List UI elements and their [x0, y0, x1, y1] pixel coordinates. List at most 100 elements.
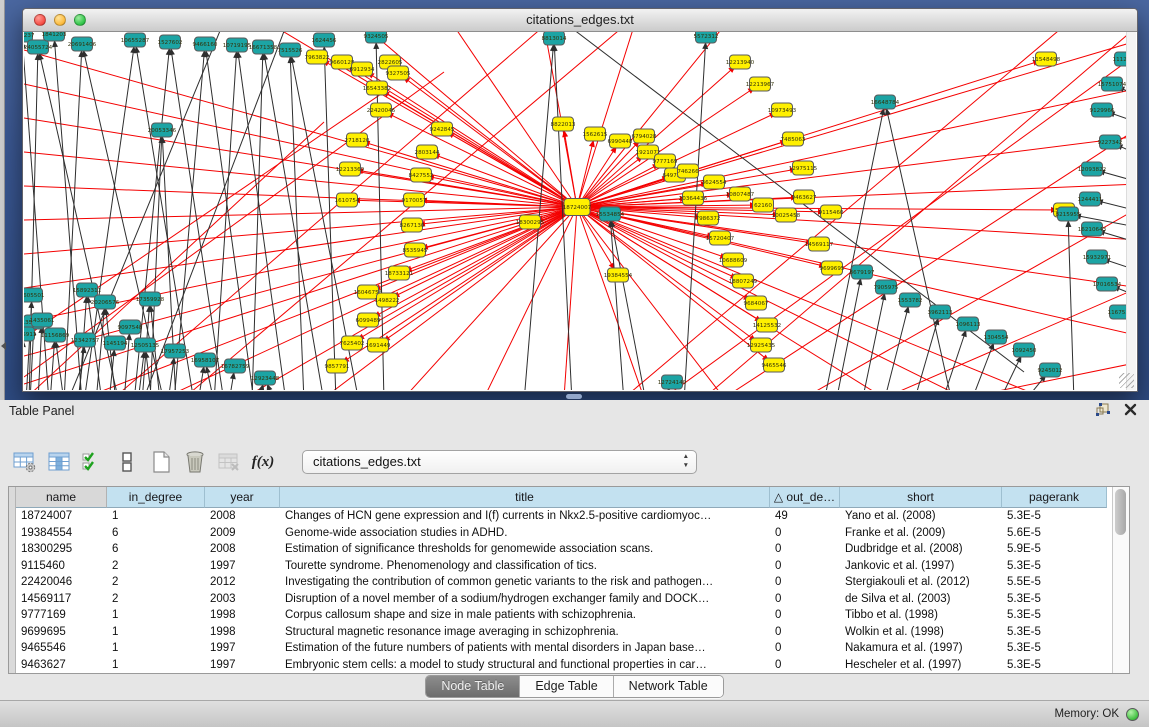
- table-cell: 2012: [205, 574, 280, 591]
- column-header-out_de[interactable]: △ out_de…: [770, 487, 840, 508]
- graph-node-label: 8679197: [850, 270, 875, 276]
- table-cell: 5.3E-5: [1002, 591, 1107, 608]
- graph-node-label: 17016534: [1093, 282, 1122, 288]
- row-height-icon[interactable]: [114, 449, 140, 475]
- graph-edge: [862, 287, 886, 390]
- new-column-icon[interactable]: [148, 449, 174, 475]
- attribute-table: namein_degreeyeartitle△ out_de…shortpage…: [8, 486, 1130, 674]
- table-vertical-scrollbar[interactable]: [1112, 487, 1129, 673]
- graph-edge: [24, 207, 577, 220]
- table-source-dropdown[interactable]: citations_edges.txt ▲▼: [302, 450, 697, 474]
- graph-edge: [114, 32, 544, 390]
- graph-node-label: 12925435: [747, 343, 776, 349]
- graph-node-label: 24055724: [24, 45, 53, 51]
- graph-node-label: 9465546: [762, 363, 787, 369]
- splitpane-divider-handle[interactable]: [566, 394, 582, 399]
- column-header-pagerank[interactable]: pagerank: [1002, 487, 1107, 508]
- graph-node-label: 7905975: [874, 285, 899, 291]
- table-cell: 1: [107, 640, 205, 657]
- tab-node-table[interactable]: Node Table: [426, 676, 520, 697]
- table-row[interactable]: 946554611997Estimation of the future num…: [16, 640, 1107, 657]
- table-cell: Corpus callosum shape and size in male p…: [280, 607, 770, 624]
- graph-node-label: 7625402: [340, 341, 365, 347]
- graph-node-label: 2822605: [378, 60, 403, 66]
- graph-node-label: 15892311: [73, 288, 102, 294]
- column-header-in_degree[interactable]: in_degree: [107, 487, 205, 508]
- column-header-name[interactable]: name: [16, 487, 107, 508]
- network-vertical-scrollbar[interactable]: [1126, 32, 1136, 390]
- graph-node-label: 1624456: [312, 38, 337, 44]
- column-chooser-icon[interactable]: [46, 449, 72, 475]
- table-row[interactable]: 911546021997Tourette syndrome. Phenomeno…: [16, 558, 1107, 575]
- graph-node-label: 16958107: [191, 358, 220, 364]
- table-cell: 1997: [205, 640, 280, 657]
- table-row[interactable]: 1456911722003Disruption of a novel membe…: [16, 591, 1107, 608]
- table-row[interactable]: 1938455462009Genome-wide association stu…: [16, 525, 1107, 542]
- left-splitpane-edge[interactable]: [0, 0, 5, 400]
- close-window-icon[interactable]: [34, 14, 46, 26]
- graph-node-label: 1244411: [1078, 197, 1103, 203]
- table-cell: 0: [770, 624, 840, 641]
- close-panel-icon[interactable]: [1124, 403, 1137, 421]
- graph-edge: [381, 110, 577, 207]
- table-cell: 1: [107, 657, 205, 674]
- table-row[interactable]: 1872400712008Changes of HCN gene express…: [16, 508, 1107, 525]
- graph-node-label: 20206576: [91, 300, 120, 306]
- table-cell: 5.3E-5: [1002, 657, 1107, 674]
- graph-node-label: 12213967: [746, 82, 775, 88]
- graph-node-label: 10973493: [768, 108, 797, 114]
- table-cell: 49: [770, 508, 840, 525]
- graph-node-label: 15932971: [1083, 255, 1112, 261]
- tab-network-table[interactable]: Network Table: [614, 676, 723, 697]
- table-row[interactable]: 2242004622012Investigating the contribut…: [16, 574, 1107, 591]
- column-header-short[interactable]: short: [840, 487, 1002, 508]
- graph-edge: [610, 214, 646, 390]
- table-row[interactable]: 969969511998Structural magnetic resonanc…: [16, 624, 1107, 641]
- graph-node-label: 3962113: [928, 310, 953, 316]
- table-cell: 18300295: [16, 541, 107, 558]
- graph-edge: [24, 72, 444, 377]
- window-resize-grip[interactable]: [1119, 373, 1134, 388]
- network-graph[interactable]: 7963822966012889129342822605932750516543…: [24, 32, 1136, 390]
- float-panel-icon[interactable]: [1096, 403, 1110, 421]
- table-cell: 0: [770, 640, 840, 657]
- table-cell: 9463627: [16, 657, 107, 674]
- table-row[interactable]: 946362711997Embryonic stem cells: a mode…: [16, 657, 1107, 674]
- splitpane-collapse-arrow-icon[interactable]: [1, 342, 6, 350]
- graph-node-label: 10719195: [223, 43, 252, 49]
- graph-node-label: 12213369: [336, 167, 365, 173]
- table-cell: Estimation of significance thresholds fo…: [280, 541, 770, 558]
- table-settings-icon[interactable]: [12, 449, 38, 475]
- table-cell: Embryonic stem cells: a model to study s…: [280, 657, 770, 674]
- graph-node-label: 9115460: [819, 210, 844, 216]
- select-columns-icon[interactable]: [80, 449, 106, 475]
- tab-edge-table[interactable]: Edge Table: [520, 676, 613, 697]
- table-row[interactable]: 1830029562008Estimation of significance …: [16, 541, 1107, 558]
- table-cell: 5.5E-5: [1002, 574, 1107, 591]
- delete-column-icon[interactable]: [182, 449, 208, 475]
- table-row[interactable]: 977716911998Corpus callosum shape and si…: [16, 607, 1107, 624]
- table-toolbar: f(x) citations_edges.txt ▲▼: [12, 445, 697, 479]
- graph-node-label: 17957253: [161, 349, 190, 355]
- table-panel-title: Table Panel: [0, 400, 1149, 422]
- graph-node-label: 10807487: [726, 192, 755, 198]
- minimize-window-icon[interactable]: [54, 14, 66, 26]
- graph-node-label: 12093822: [1078, 167, 1106, 173]
- graph-node-label: 9857791: [325, 364, 350, 370]
- function-builder-icon[interactable]: f(x): [250, 449, 276, 475]
- graph-node-label: 3624554: [702, 180, 727, 186]
- zoom-window-icon[interactable]: [74, 14, 86, 26]
- table-cell: 22420046: [16, 574, 107, 591]
- network-window-titlebar[interactable]: citations_edges.txt: [23, 9, 1137, 32]
- window-traffic-lights: [34, 14, 86, 26]
- memory-ok-indicator-icon[interactable]: [1126, 708, 1139, 721]
- graph-node-label: 2803144: [415, 150, 440, 156]
- network-view-window[interactable]: citations_edges.txt 79638229660128891293…: [22, 8, 1138, 392]
- table-cell: 5.3E-5: [1002, 624, 1107, 641]
- network-canvas[interactable]: 7963822966012889129342822605932750516543…: [24, 32, 1136, 390]
- table-body: 1872400712008Changes of HCN gene express…: [16, 508, 1107, 673]
- column-header-year[interactable]: year: [205, 487, 280, 508]
- column-header-title[interactable]: title: [280, 487, 770, 508]
- graph-node-label: 11156869: [41, 333, 70, 339]
- table-scrollbar-thumb[interactable]: [1115, 489, 1126, 535]
